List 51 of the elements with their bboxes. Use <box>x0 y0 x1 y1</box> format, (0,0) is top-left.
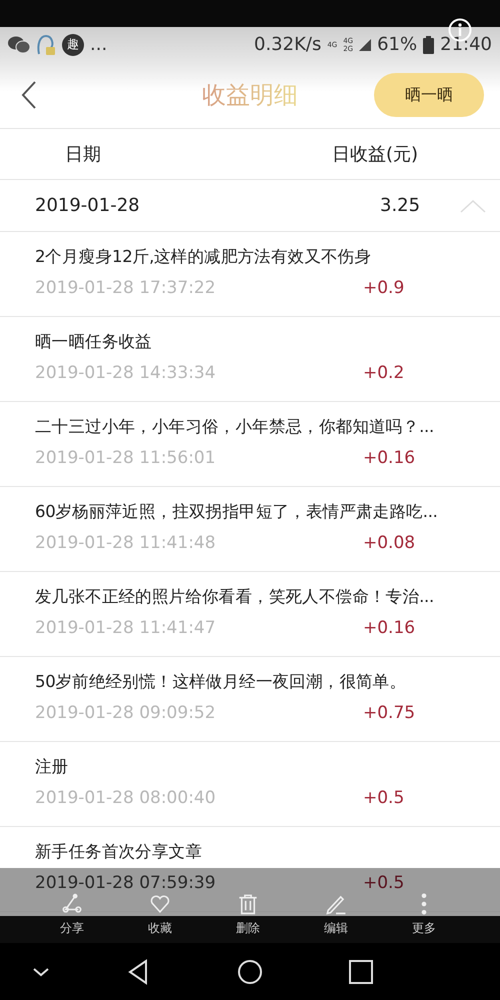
item-time: 2019-01-28 11:41:47 <box>35 618 217 638</box>
item-time: 2019-01-28 11:56:01 <box>35 448 217 468</box>
signal-icon <box>359 38 372 50</box>
toolbar-button[interactable]: 收藏 <box>116 893 204 943</box>
more-notifications: ... <box>90 34 108 55</box>
item-title: 晒一晒任务收益 <box>35 331 153 353</box>
battery-icon <box>423 36 434 54</box>
item-amount: +0.5 <box>363 873 406 893</box>
item-title: 发几张不正经的照片给你看看，笑死人不偿命！专治... <box>35 586 435 608</box>
battery-percent: 61% <box>377 34 418 55</box>
more-icon <box>421 893 427 915</box>
item-time: 2019-01-28 08:00:40 <box>35 788 217 808</box>
clock: 21:40 <box>440 34 492 55</box>
item-amount: +0.08 <box>363 533 416 553</box>
share-button[interactable]: 晒一晒 <box>374 73 484 117</box>
home-icon[interactable] <box>237 959 263 985</box>
item-amount: +0.75 <box>363 703 416 723</box>
toolbar-button[interactable]: 编辑 <box>292 893 380 943</box>
item-amount: +0.9 <box>363 278 406 298</box>
item-title: 注册 <box>35 756 70 778</box>
network-speed: 0.32K/s <box>254 34 322 55</box>
item-time: 2019-01-28 14:33:34 <box>35 363 217 383</box>
item-title: 二十三过小年，小年习俗，小年禁忌，你都知道吗？... <box>35 416 435 438</box>
item-amount: +0.16 <box>363 618 416 638</box>
share-icon <box>61 893 83 915</box>
pen-icon <box>325 893 347 915</box>
notification-badge: 趣 <box>62 34 84 56</box>
item-time: 2019-01-28 09:09:52 <box>35 703 217 723</box>
back-icon[interactable] <box>20 80 38 110</box>
item-time: 2019-01-28 11:41:48 <box>35 533 217 553</box>
toolbar-button[interactable]: 删除 <box>204 893 292 943</box>
column-header: 日期 <box>65 143 101 166</box>
item-title: 60岁杨丽萍近照，拄双拐指甲短了，表情严肃走路吃... <box>35 501 439 523</box>
item-time: 2019-01-28 17:37:22 <box>35 278 217 298</box>
group-date: 2019-01-28 <box>35 195 140 216</box>
item-amount: +0.2 <box>363 363 406 383</box>
chat-icon <box>8 36 30 54</box>
item-title: 2个月瘦身12斤,这样的减肥方法有效又不伤身 <box>35 246 372 268</box>
item-amount: +0.5 <box>363 788 406 808</box>
page-title: 收益明细 <box>202 81 298 109</box>
recents-icon[interactable] <box>348 959 374 985</box>
item-title: 新手任务首次分享文章 <box>35 841 204 863</box>
toolbar-button[interactable]: 分享 <box>28 893 116 943</box>
item-amount: +0.16 <box>363 448 416 468</box>
toolbar-button[interactable]: 更多 <box>380 893 468 943</box>
item-title: 50岁前绝经别慌！这样做月经一夜回潮，很简单。 <box>35 671 408 693</box>
item-time: 2019-01-28 07:59:39 <box>35 873 217 893</box>
trash-icon <box>237 893 259 915</box>
heart-icon <box>149 893 171 915</box>
column-header: 日收益(元) <box>332 143 418 166</box>
group-total: 3.25 <box>380 195 422 216</box>
